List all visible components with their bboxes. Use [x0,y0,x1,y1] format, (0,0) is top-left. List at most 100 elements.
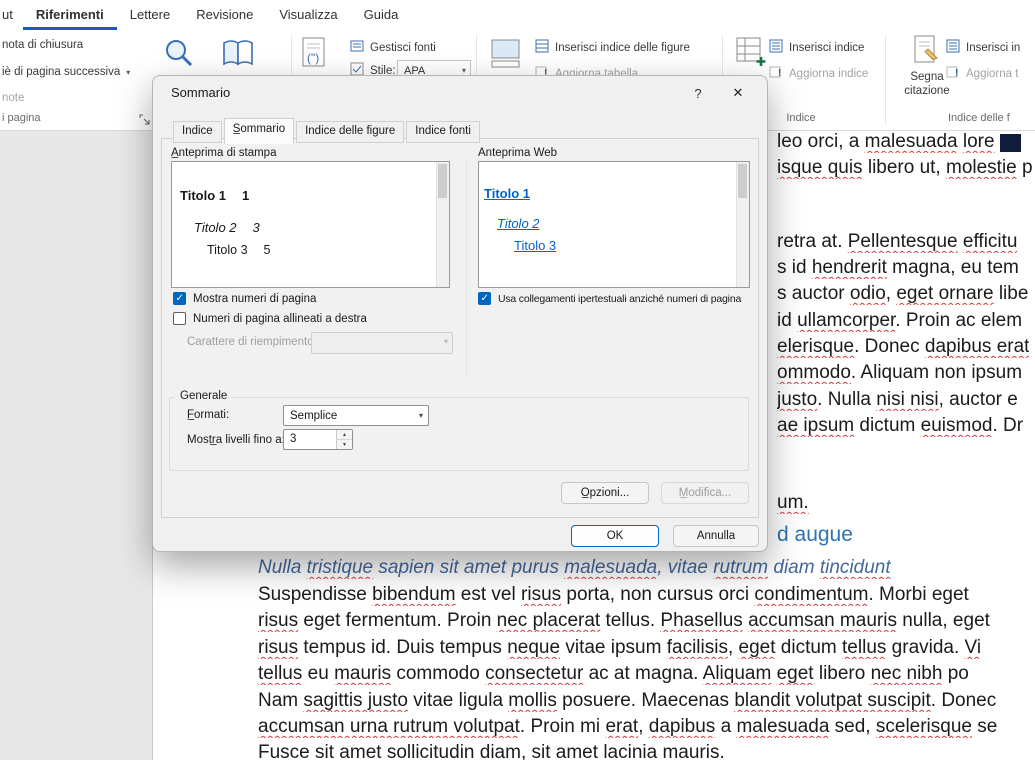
insert-caption-button[interactable] [489,36,523,75]
ok-button[interactable]: OK [571,525,659,547]
update-table-of-authorities-icon: ! [946,65,960,82]
modify-button[interactable]: M̲odifica... [661,482,749,504]
text-run: , vitae [657,557,713,578]
text-run: hendrerit [812,257,887,278]
next-footnote-label: iè di pagina successiva [2,66,120,78]
options-button[interactable]: O̲pzioni... [561,482,649,504]
insert-index-button[interactable] [734,35,768,74]
close-button[interactable]: ✕ [717,80,759,106]
text-run: Vi [965,637,982,658]
next-footnote-button[interactable]: iè di pagina successiva ▾ [2,66,130,78]
text-run: Nam [258,690,303,711]
text-run: nec nibh [871,663,943,684]
text-run: bibendum [372,584,455,605]
doc-line: um. [777,492,809,514]
smart-lookup-button[interactable] [162,36,196,75]
use-hyperlinks-checkbox[interactable]: Usa collegamenti ipertestuali anziché nu… [478,292,741,305]
scrollbar-thumb[interactable] [438,164,447,198]
tab-indice-delle-figure[interactable]: Indice delle figure [296,121,404,143]
text-run: risus [521,584,561,605]
insert-citation-button[interactable]: (") [298,36,330,75]
toc-entry-page: 5 [264,243,271,257]
show-levels-value: 3 [290,433,296,445]
tab-indice-fonti[interactable]: Indice fonti [406,121,480,143]
chevron-down-icon: ▾ [444,337,448,346]
text-run: erat [605,716,638,737]
text-run: po [942,663,968,684]
tab-visualizza[interactable]: Visualizza [266,0,350,30]
web-preview-box: Titolo 1 Titolo 2 Titolo 3 [478,161,750,288]
tab-sommario[interactable]: S̲ommario [224,118,294,144]
doc-line: risus eget fermentum. Proin nec placerat… [258,610,990,632]
insert-table-of-figures-label: Inserisci indice delle figure [555,42,690,54]
text-run: condimentum [754,584,868,605]
help-button[interactable]: ? [685,82,711,104]
researcher-button[interactable] [220,36,256,75]
tab-riferimenti[interactable]: Riferimenti [23,0,117,30]
chevron-down-icon: ▾ [126,68,130,77]
formats-select[interactable]: Semplice ▾ [283,405,429,426]
doc-line: isque quis libero ut, molestie p [777,157,1035,179]
tab-revisione[interactable]: Revisione [183,0,266,30]
show-notes-button[interactable]: note [2,92,24,104]
insert-table-of-authorities-button[interactable]: Inserisci in [946,39,1020,56]
insert-table-of-figures-button[interactable]: Inserisci indice delle figure [535,39,690,56]
doc-line: s id hendrerit magna, eu tem [777,257,1019,279]
text-run: risus [258,637,298,658]
text-run: libe [994,283,1029,304]
text-run: leo orci, a [777,131,865,152]
show-levels-spinner[interactable]: 3 ▴ ▾ [283,429,353,450]
doc-line: id ullamcorper. Proin ac elem [777,310,1022,332]
spinner-down-icon[interactable]: ▾ [337,440,352,449]
scrollbar[interactable] [736,162,749,287]
text-run: rutrum [713,557,768,578]
show-page-numbers-checkbox[interactable]: Mostra numeri di pagina [173,292,316,305]
tab-layout-partial[interactable]: ut [0,0,23,30]
doc-line: elerisque. Donec dapibus erat [777,336,1029,358]
text-run: lore [963,131,995,152]
help-icon: ? [694,86,701,101]
update-table-of-authorities-button[interactable]: ! Aggiorna t [946,65,1018,82]
update-index-button[interactable]: ! Aggiorna indice [769,65,868,82]
text-run: . Morbi eget [868,584,968,605]
update-table-of-authorities-label: Aggiorna t [966,68,1018,80]
text-run: est vel [456,584,521,605]
spinner-up-icon[interactable]: ▴ [337,430,352,440]
right-align-page-numbers-checkbox[interactable]: Numeri di pagina allineati a destra [173,312,367,325]
insert-endnote-button[interactable]: nota di chiusura [2,39,83,51]
tab-leader-select[interactable]: ▾ [311,332,453,354]
mark-citation-icon [911,34,943,70]
tab-guida[interactable]: Guida [351,0,412,30]
dialog-launcher-icon[interactable] [139,113,151,125]
insert-index-text-button[interactable]: Inserisci indice [769,39,864,56]
text-run: posuere. Maecenas [557,690,734,711]
formats-value: Semplice [290,410,337,422]
text-run: malesuada [564,557,657,578]
text-run: euismod [921,415,993,436]
tab-lettere[interactable]: Lettere [117,0,183,30]
text-run: Suspendisse [258,584,372,605]
text-run: facilisis [667,637,728,658]
cancel-button[interactable]: Annulla [673,525,759,547]
footnotes-group-label: i pagina [2,112,41,124]
text-run: scelerisque [876,716,972,737]
doc-line: ommodo. Aliquam non ipsum [777,362,1022,384]
text-run: sapien sit amet purus [373,557,564,578]
dialog-tab-strip: Indice S̲ommario Indice delle figure Ind… [173,118,482,144]
text-run: vitae ligula [408,690,508,711]
tab-indice[interactable]: Indice [173,121,222,143]
scrollbar[interactable] [436,162,449,287]
text-run: dictum [854,415,921,436]
dialog-title: Sommario [171,85,230,100]
print-preview-label: A̲nteprima di stampa [171,147,276,159]
manage-sources-button[interactable]: Gestisci fonti [350,39,436,56]
close-icon: ✕ [733,85,744,101]
text-run: tellus [258,663,302,684]
text-run: ac at magna. [583,663,702,684]
text-run: tempus id. Duis tempus [298,637,507,658]
text-run: gravida. [886,637,964,658]
scrollbar-thumb[interactable] [738,164,747,198]
text-run: . Proin ac elem [895,310,1022,331]
toc-entry-page: 3 [253,220,260,235]
text-run: p [1017,157,1033,178]
